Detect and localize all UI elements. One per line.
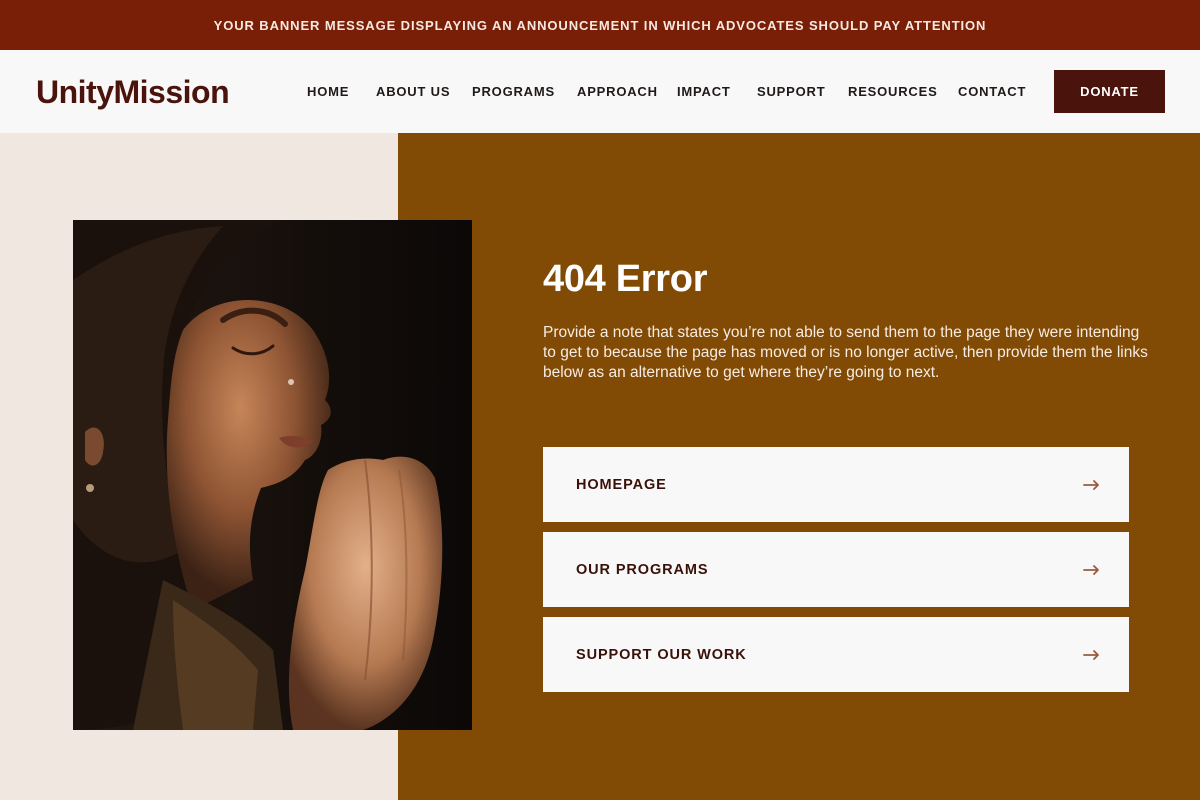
nav-contact[interactable]: CONTACT (958, 84, 1026, 99)
link-our-programs[interactable]: OUR PROGRAMS (543, 532, 1129, 607)
link-label: OUR PROGRAMS (576, 562, 709, 578)
link-homepage[interactable]: HOMEPAGE (543, 447, 1129, 522)
banner-text: YOUR BANNER MESSAGE DISPLAYING AN ANNOUN… (213, 17, 987, 33)
nav-approach[interactable]: APPROACH (577, 84, 658, 99)
error-title: 404 Error (543, 258, 708, 300)
arrow-right-icon (1083, 565, 1099, 575)
praying-woman-photo (73, 220, 472, 730)
arrow-right-icon (1083, 650, 1099, 660)
announcement-banner: YOUR BANNER MESSAGE DISPLAYING AN ANNOUN… (0, 0, 1200, 50)
nav-programs[interactable]: PROGRAMS (472, 84, 555, 99)
arrow-right-icon (1083, 480, 1099, 490)
site-header: UnityMission HOME ABOUT US PROGRAMS APPR… (0, 50, 1200, 133)
nav-about-us[interactable]: ABOUT US (376, 84, 450, 99)
nav-support[interactable]: SUPPORT (757, 84, 825, 99)
link-support-our-work[interactable]: SUPPORT OUR WORK (543, 617, 1129, 692)
nav-impact[interactable]: IMPACT (677, 84, 731, 99)
error-description: Provide a note that states you’re not ab… (543, 324, 1148, 381)
donate-button[interactable]: DONATE (1054, 70, 1165, 113)
nav-home[interactable]: HOME (307, 84, 349, 99)
nav-resources[interactable]: RESOURCES (848, 84, 938, 99)
main-nav: HOME ABOUT US PROGRAMS APPROACH IMPACT S… (0, 50, 1200, 133)
link-label: SUPPORT OUR WORK (576, 647, 747, 663)
link-label: HOMEPAGE (576, 477, 667, 493)
